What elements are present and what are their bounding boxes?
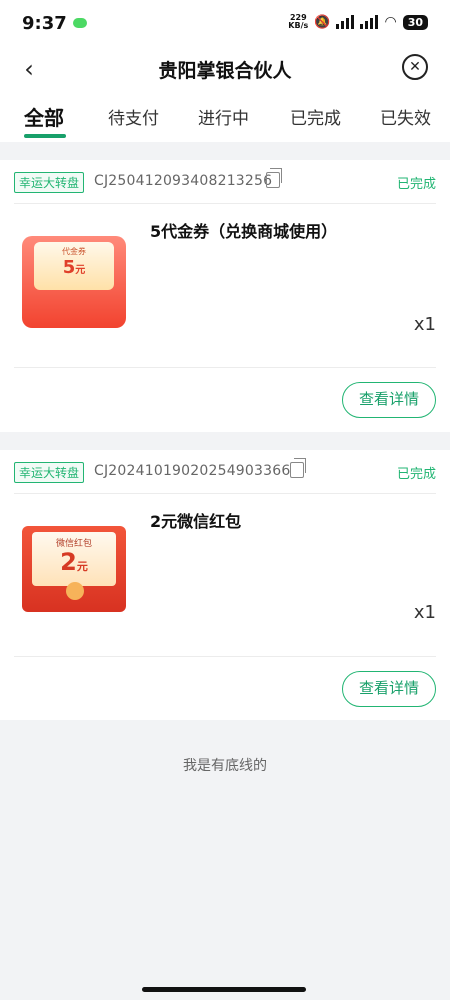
network-speed-unit: KB/s	[288, 21, 309, 30]
nav-bar: ‹ 贵阳掌银合伙人 ✕	[0, 46, 450, 92]
quantity: x1	[413, 314, 436, 335]
coupon-face: 代金券 5元	[34, 242, 114, 290]
order-status: 已完成	[396, 467, 436, 482]
quantity: x1	[413, 602, 436, 623]
home-indicator[interactable]	[142, 987, 306, 992]
view-details-button[interactable]: 查看详情	[342, 382, 436, 418]
tab-completed[interactable]: 已完成	[290, 104, 341, 129]
red-packet-value: 2元	[32, 549, 116, 580]
close-button[interactable]: ✕	[402, 54, 428, 80]
order-card: 幸运大转盘 CJ20241019020254903366 已完成 微信红包 2元…	[0, 450, 450, 720]
active-tab-indicator	[24, 134, 66, 138]
status-icons: 229 KB/s 🔕 ◠ 30	[288, 14, 428, 30]
tab-pending-payment[interactable]: 待支付	[108, 104, 159, 129]
order-number: CJ20241019020254903366	[94, 463, 291, 479]
clock-text: 9:37	[22, 12, 67, 34]
product-name: 5代金券（兑换商城使用）	[150, 222, 338, 241]
status-bar: 9:37 229 KB/s 🔕 ◠ 30	[0, 0, 450, 46]
view-details-button[interactable]: 查看详情	[342, 671, 436, 707]
page-title: 贵阳掌银合伙人	[158, 60, 292, 82]
red-packet-thumbnail: 微信红包 2元	[22, 526, 126, 612]
coupon-label: 代金券	[62, 247, 86, 256]
camera-indicator-icon	[72, 18, 87, 28]
copy-icon[interactable]	[266, 168, 282, 188]
order-card: 幸运大转盘 CJ250412093408213256 已完成 代金券 5元 5代…	[0, 160, 450, 432]
wifi-icon: ◠	[384, 14, 397, 30]
red-packet-seal-icon	[66, 582, 84, 600]
order-status: 已完成	[396, 177, 436, 192]
signal-sim1-icon	[336, 15, 355, 29]
coupon-unit: 元	[75, 265, 86, 276]
order-tabs: 全部 待支付 进行中 已完成 已失效	[0, 92, 450, 142]
status-time: 9:37	[22, 13, 87, 34]
network-speed: 229 KB/s	[288, 14, 308, 30]
coupon-thumbnail: 代金券 5元	[22, 236, 126, 328]
card-divider	[14, 656, 436, 657]
battery-icon: 30	[402, 14, 428, 30]
red-packet-amount: 2	[60, 548, 77, 576]
tab-all[interactable]: 全部	[24, 102, 64, 131]
end-of-list-text: 我是有底线的	[183, 758, 267, 774]
order-number: CJ250412093408213256	[94, 173, 273, 189]
order-header: 幸运大转盘 CJ250412093408213256 已完成	[14, 160, 436, 204]
red-packet-unit: 元	[76, 560, 88, 573]
product-name: 2元微信红包	[150, 512, 242, 531]
coupon-amount: 5	[62, 257, 76, 278]
mute-bell-icon: 🔕	[314, 14, 331, 30]
order-source-tag: 幸运大转盘	[14, 462, 85, 483]
red-packet-face: 微信红包 2元	[32, 532, 116, 586]
signal-sim2-icon	[360, 15, 379, 29]
tab-expired[interactable]: 已失效	[380, 104, 431, 129]
close-icon: ✕	[409, 59, 421, 75]
order-header: 幸运大转盘 CJ20241019020254903366 已完成	[14, 450, 436, 494]
card-divider	[14, 367, 436, 368]
tab-in-progress[interactable]: 进行中	[198, 104, 249, 129]
copy-icon[interactable]	[290, 458, 306, 478]
coupon-value: 5元	[34, 257, 114, 278]
order-source-tag: 幸运大转盘	[14, 172, 85, 193]
